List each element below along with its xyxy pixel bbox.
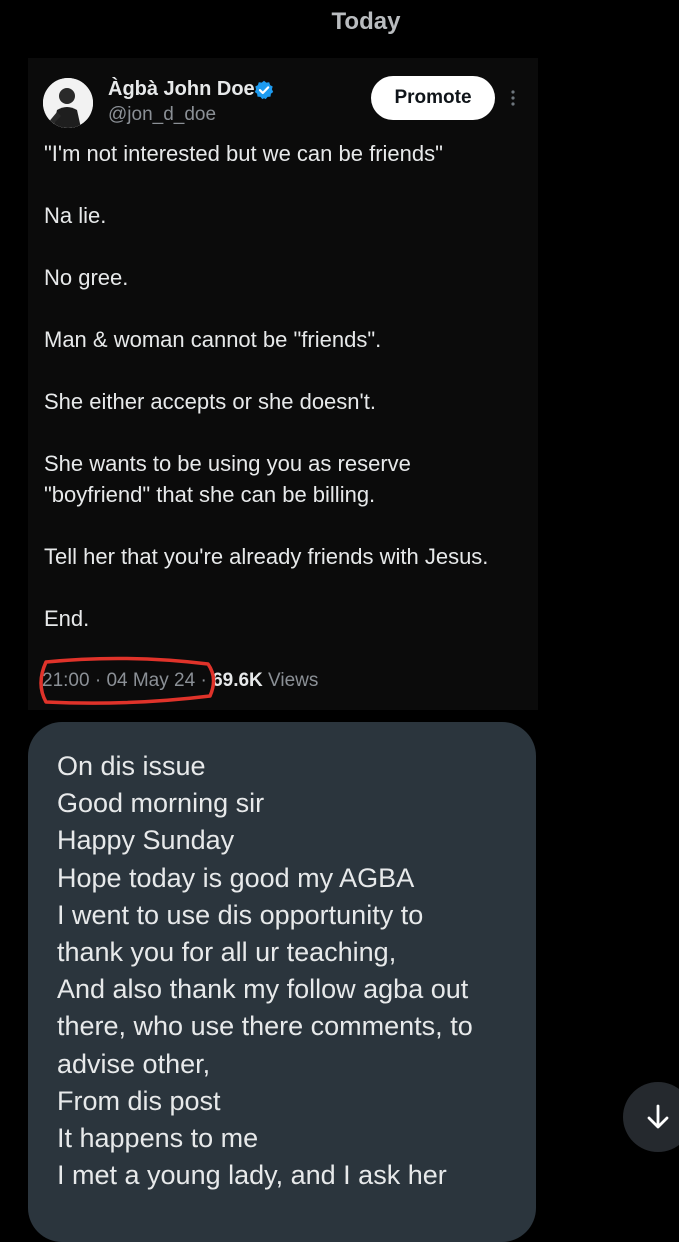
message-line: thank you for all ur teaching, xyxy=(57,937,397,968)
red-circle-annotation xyxy=(39,656,216,705)
promote-button[interactable]: Promote xyxy=(371,76,495,120)
message-line: I went to use dis opportunity to xyxy=(57,899,424,930)
message-line: It happens to me xyxy=(57,1123,259,1154)
author-handle[interactable]: @jon_d_doe xyxy=(108,104,216,126)
views-label: Views xyxy=(268,670,319,691)
tweet-paragraph: End. xyxy=(44,606,90,631)
date-header: Today xyxy=(331,8,401,35)
tweet-paragraph: Man & woman cannot be "friends". xyxy=(44,327,382,352)
author-name[interactable]: Àgbà John Doe xyxy=(108,78,255,101)
avatar[interactable] xyxy=(43,78,93,128)
message-line: I met a young lady, and I ask her xyxy=(57,1160,447,1191)
embedded-tweet[interactable]: Àgbà John Doe @jon_d_doe Promote "I'm no… xyxy=(28,58,538,710)
tweet-paragraph: No gree. xyxy=(44,265,129,290)
message-line: Hope today is good my AGBA xyxy=(57,862,415,893)
scroll-down-button[interactable] xyxy=(623,1082,679,1152)
message-line: And also thank my follow agba out xyxy=(57,974,469,1005)
message-line: Happy Sunday xyxy=(57,825,235,856)
tweet-paragraph: Na lie. xyxy=(44,203,107,228)
tweet-paragraph: She wants to be using you as reserve "bo… xyxy=(44,451,411,507)
message-line: Good morning sir xyxy=(57,788,265,819)
message-line: there, who use there comments, to xyxy=(57,1011,473,1042)
message-line: From dis post xyxy=(57,1085,221,1116)
tweet-text: "I'm not interested but we can be friend… xyxy=(44,138,514,634)
tweet-paragraph: "I'm not interested but we can be friend… xyxy=(44,141,443,166)
tweet-paragraph: She either accepts or she doesn't. xyxy=(44,389,376,414)
arrow-down-icon xyxy=(647,1104,669,1129)
verified-badge-icon xyxy=(254,80,274,100)
message-text: On dis issue Good morning sir Happy Sund… xyxy=(57,748,527,1194)
message-bubble[interactable]: On dis issue Good morning sir Happy Sund… xyxy=(28,722,536,1242)
message-line: advise other, xyxy=(57,1048,211,1079)
message-line: On dis issue xyxy=(57,751,206,781)
more-vertical-icon[interactable] xyxy=(508,88,518,108)
tweet-paragraph: Tell her that you're already friends wit… xyxy=(44,544,489,569)
